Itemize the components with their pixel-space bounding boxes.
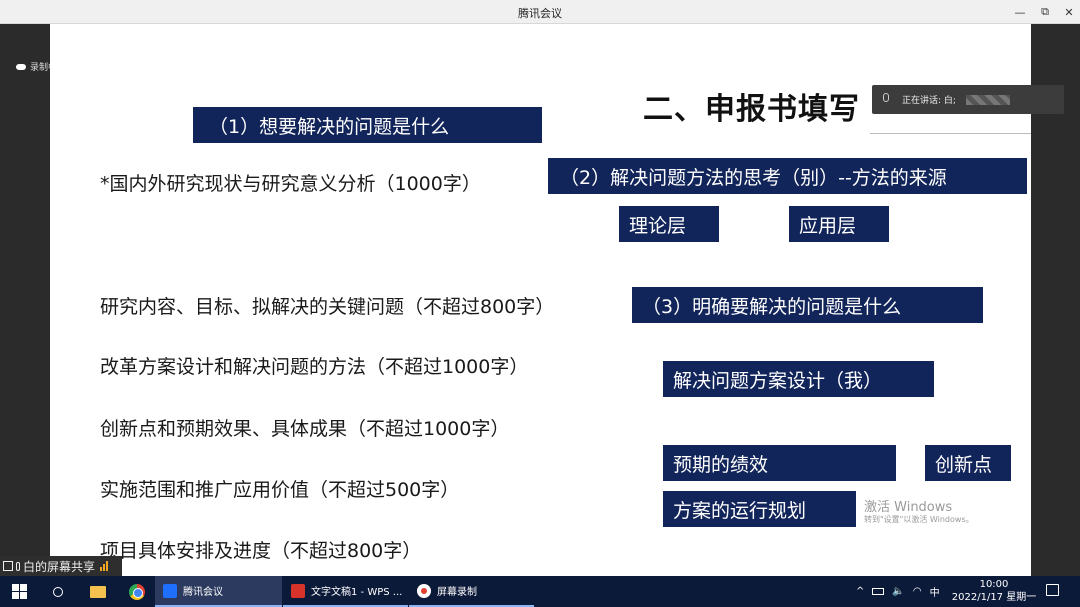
taskbar-app-tencent-meeting[interactable]: 腾讯会议 [155, 576, 282, 607]
taskbar-app-screen-recorder[interactable]: 屏幕录制 [409, 576, 534, 607]
slide-title: 二、申报书填写 [643, 92, 860, 127]
box-theory: 理论层 [619, 206, 719, 242]
mic-icon [16, 561, 20, 571]
box-innovation: 创新点 [925, 445, 1011, 481]
activation-watermark-hint: 转到"设置"以激活 Windows。 [864, 515, 974, 524]
speaking-indicator: 正在讲话: 白; [872, 85, 1064, 114]
window-title: 腾讯会议 [518, 7, 562, 20]
taskbar-app-label: 腾讯会议 [183, 587, 223, 598]
slide-item-2: 研究内容、目标、拟解决的关键问题（不超过800字） [100, 296, 555, 318]
taskbar-app-wps[interactable]: 文字文稿1 - WPS ... [283, 576, 408, 607]
system-tray: ^ 🔈 ◠ 中 [856, 576, 940, 607]
box-performance: 预期的绩效 [663, 445, 896, 481]
screen-share-bar[interactable]: 白的屏幕共享 [0, 556, 122, 576]
slide-item-3: 改革方案设计和解决问题的方法（不超过1000字） [100, 356, 529, 378]
network-icon[interactable]: ◠ [913, 586, 922, 597]
taskbar-clock[interactable]: 10:00 2022/1/17 星期一 [950, 578, 1038, 604]
tencent-meeting-icon [163, 583, 177, 598]
title-divider [870, 133, 1031, 134]
show-hidden-icons-button[interactable]: ^ [856, 586, 864, 597]
slide-item-5: 实施范围和推广应用价值（不超过500字） [100, 479, 460, 501]
windows-taskbar: 腾讯会议 文字文稿1 - WPS ... 屏幕录制 ^ 🔈 ◠ 中 10:00 … [0, 576, 1080, 607]
redacted-name [965, 94, 1010, 105]
screen-icon [3, 561, 13, 571]
clock-time: 10:00 [979, 579, 1009, 590]
chrome-icon [129, 583, 145, 600]
taskbar-app-label: 文字文稿1 - WPS ... [311, 587, 403, 598]
window-titlebar: 腾讯会议 — ⧉ ✕ [0, 0, 1080, 24]
windows-logo-icon [11, 584, 27, 599]
clock-date: 2022/1/17 星期一 [951, 592, 1037, 603]
signal-icon [100, 561, 109, 571]
folder-icon [90, 585, 106, 598]
taskbar-app-label: 屏幕录制 [437, 587, 477, 598]
record-icon [417, 583, 431, 598]
slide-item-4: 创新点和预期效果、具体成果（不超过1000字） [100, 418, 510, 440]
left-dark-panel [0, 24, 50, 576]
slide-item-1: *国内外研究现状与研究意义分析（1000字） [100, 173, 481, 195]
notification-icon[interactable] [1046, 584, 1059, 596]
chrome-button[interactable] [125, 576, 149, 607]
search-icon [53, 586, 63, 597]
wps-icon [291, 583, 305, 598]
activation-watermark-title: 激活 Windows [864, 500, 953, 515]
box-q1: （1）想要解决的问题是什么 [193, 107, 542, 143]
start-button[interactable] [6, 576, 32, 607]
speaking-label: 正在讲话: 白; [902, 96, 956, 106]
box-plan: 方案的运行规划 [663, 491, 856, 527]
file-explorer-button[interactable] [86, 576, 110, 607]
search-button[interactable] [45, 576, 71, 607]
minimize-button[interactable]: — [1007, 0, 1033, 24]
cloud-icon [16, 63, 26, 70]
screen-share-label: 白的屏幕共享 [23, 559, 96, 574]
box-q2: （2）解决问题方法的思考（别）--方法的来源 [548, 158, 1027, 194]
close-button[interactable]: ✕ [1056, 0, 1080, 24]
box-solution: 解决问题方案设计（我） [663, 361, 934, 397]
ime-indicator[interactable]: 中 [930, 584, 940, 599]
restore-button[interactable]: ⧉ [1032, 0, 1058, 24]
microphone-icon [880, 92, 892, 107]
box-application: 应用层 [789, 206, 889, 242]
volume-icon[interactable]: 🔈 [892, 586, 904, 597]
box-q3: （3）明确要解决的问题是什么 [632, 287, 983, 323]
slide-item-6: 项目具体安排及进度（不超过800字） [100, 540, 422, 562]
battery-icon[interactable] [872, 588, 885, 595]
